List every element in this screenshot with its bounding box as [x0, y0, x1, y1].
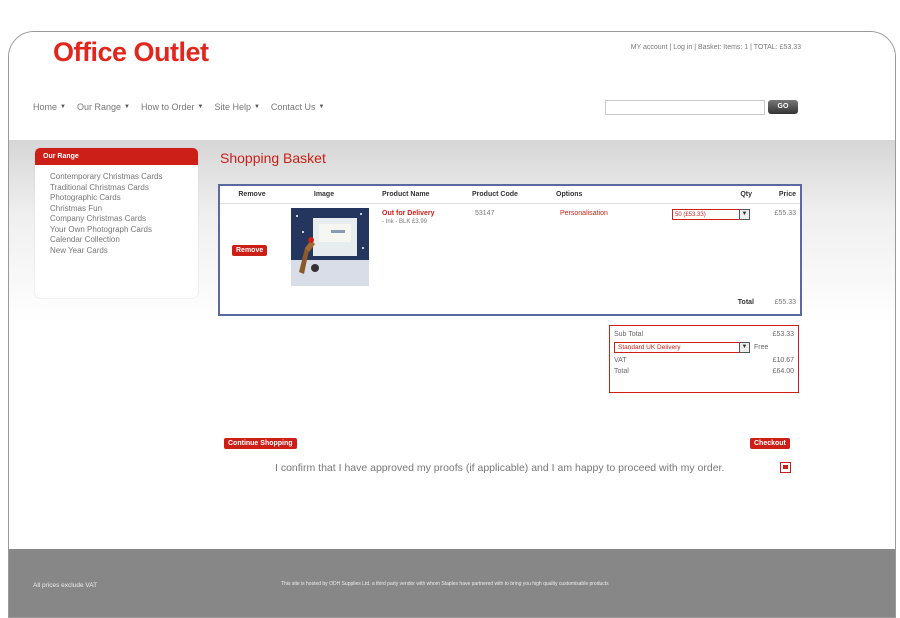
qty-select[interactable]: 50 (£53.33) ▼ [672, 209, 750, 220]
nav-site-help[interactable]: Site Help ▼ [214, 102, 259, 112]
basket-total-value: £55.33 [774, 299, 796, 306]
sidebar-title: Our Range [35, 148, 198, 165]
grand-total-row: Total £64.00 [614, 366, 794, 377]
sidebar-item-photographic[interactable]: Photographic Cards [50, 193, 198, 204]
order-totals: Sub Total £53.33 Standard UK Delivery ▼ … [609, 325, 799, 393]
sidebar-item-contemporary[interactable]: Contemporary Christmas Cards [50, 172, 198, 183]
header: Office Outlet MY account | Log in | Bask… [9, 32, 895, 140]
content-area: Our Range Contemporary Christmas Cards T… [9, 140, 895, 549]
header-product-code: Product Code [472, 191, 518, 198]
product-thumbnail[interactable] [291, 208, 369, 286]
logo[interactable]: Office Outlet [53, 37, 209, 68]
personalisation-link[interactable]: Personalisation [560, 210, 608, 217]
main-nav: Home ▼ Our Range ▼ How to Order ▼ Site Help… [33, 102, 324, 112]
footer-vat-note: All prices exclude VAT [33, 582, 98, 589]
qty-value: 50 (£53.33) [675, 212, 706, 218]
subtotal-value: £53.33 [772, 331, 794, 338]
basket-total-label: Total [737, 299, 754, 306]
product-card-illustration [291, 208, 369, 286]
sidebar-item-traditional[interactable]: Traditional Christmas Cards [50, 183, 198, 194]
remove-button[interactable]: Remove [232, 245, 268, 256]
account-links[interactable]: MY account | Log in | Basket: Items: 1 |… [631, 44, 801, 51]
header-options: Options [556, 191, 583, 198]
grand-total-value: £64.00 [772, 368, 794, 375]
grand-total-label: Total [614, 368, 629, 375]
sidebar-item-new-year[interactable]: New Year Cards [50, 246, 198, 257]
basket-table: Remove Image Product Name Product Code O… [218, 184, 802, 316]
subtotal-row: Sub Total £53.33 [614, 329, 794, 340]
search-go-button[interactable]: GO [768, 100, 798, 114]
header-price: Price [778, 191, 796, 198]
page-title: Shopping Basket [220, 150, 326, 166]
sidebar-list: Contemporary Christmas Cards Traditional… [35, 165, 198, 256]
sidebar-item-company[interactable]: Company Christmas Cards [50, 214, 198, 225]
chevron-down-icon: ▼ [253, 104, 260, 110]
header-remove: Remove [238, 191, 266, 198]
checkout-button[interactable]: Checkout [750, 438, 790, 449]
footer: All prices exclude VAT This site is host… [9, 549, 895, 617]
chevron-down-icon: ▼ [60, 104, 66, 110]
sidebar-item-calendar[interactable]: Calendar Collection [50, 235, 198, 246]
header-product-name: Product Name [382, 191, 430, 198]
subtotal-label: Sub Total [614, 331, 644, 338]
basket-header-row: Remove Image Product Name Product Code O… [220, 186, 800, 204]
footer-hosting-note: This site is hosted by ODH Supplies Ltd.… [281, 581, 609, 587]
nav-contact-us[interactable]: Contact Us ▼ [271, 102, 324, 112]
header-qty: Qty [740, 191, 752, 198]
sidebar: Our Range Contemporary Christmas Cards T… [35, 148, 198, 298]
vat-value: £10.67 [772, 357, 794, 364]
product-code: 53147 [475, 210, 495, 217]
chevron-down-icon[interactable]: ▼ [739, 209, 750, 220]
continue-shopping-button[interactable]: Continue Shopping [224, 438, 297, 449]
confirm-checkbox[interactable] [780, 462, 791, 473]
chevron-down-icon[interactable]: ▼ [739, 342, 750, 353]
delivery-row: Standard UK Delivery ▼ Free [614, 342, 794, 353]
header-image: Image [313, 191, 335, 198]
nav-how-to-order[interactable]: How to Order ▼ [141, 102, 203, 112]
nav-home[interactable]: Home ▼ [33, 102, 66, 112]
chevron-down-icon: ▼ [318, 104, 325, 110]
confirm-text: I confirm that I have approved my proofs… [275, 462, 725, 474]
vat-label: VAT [614, 357, 627, 364]
vat-row: VAT £10.67 [614, 355, 794, 366]
product-detail: - Ink - BLK £3.99 [382, 219, 428, 225]
search-input[interactable] [605, 100, 765, 115]
browser-frame: Office Outlet MY account | Log in | Bask… [8, 31, 896, 618]
row-price: £55.33 [774, 210, 796, 217]
chevron-down-icon: ▼ [197, 104, 204, 110]
delivery-value: Free [754, 344, 769, 351]
delivery-option: Standard UK Delivery [618, 344, 681, 351]
chevron-down-icon: ▼ [124, 104, 130, 110]
sidebar-item-christmas-fun[interactable]: Christmas Fun [50, 204, 198, 215]
product-name-link[interactable]: Out for Delivery [382, 210, 435, 217]
delivery-select[interactable]: Standard UK Delivery ▼ [614, 342, 750, 353]
nav-our-range[interactable]: Our Range ▼ [77, 102, 130, 112]
sidebar-item-own-photo[interactable]: Your Own Photograph Cards [50, 225, 198, 236]
